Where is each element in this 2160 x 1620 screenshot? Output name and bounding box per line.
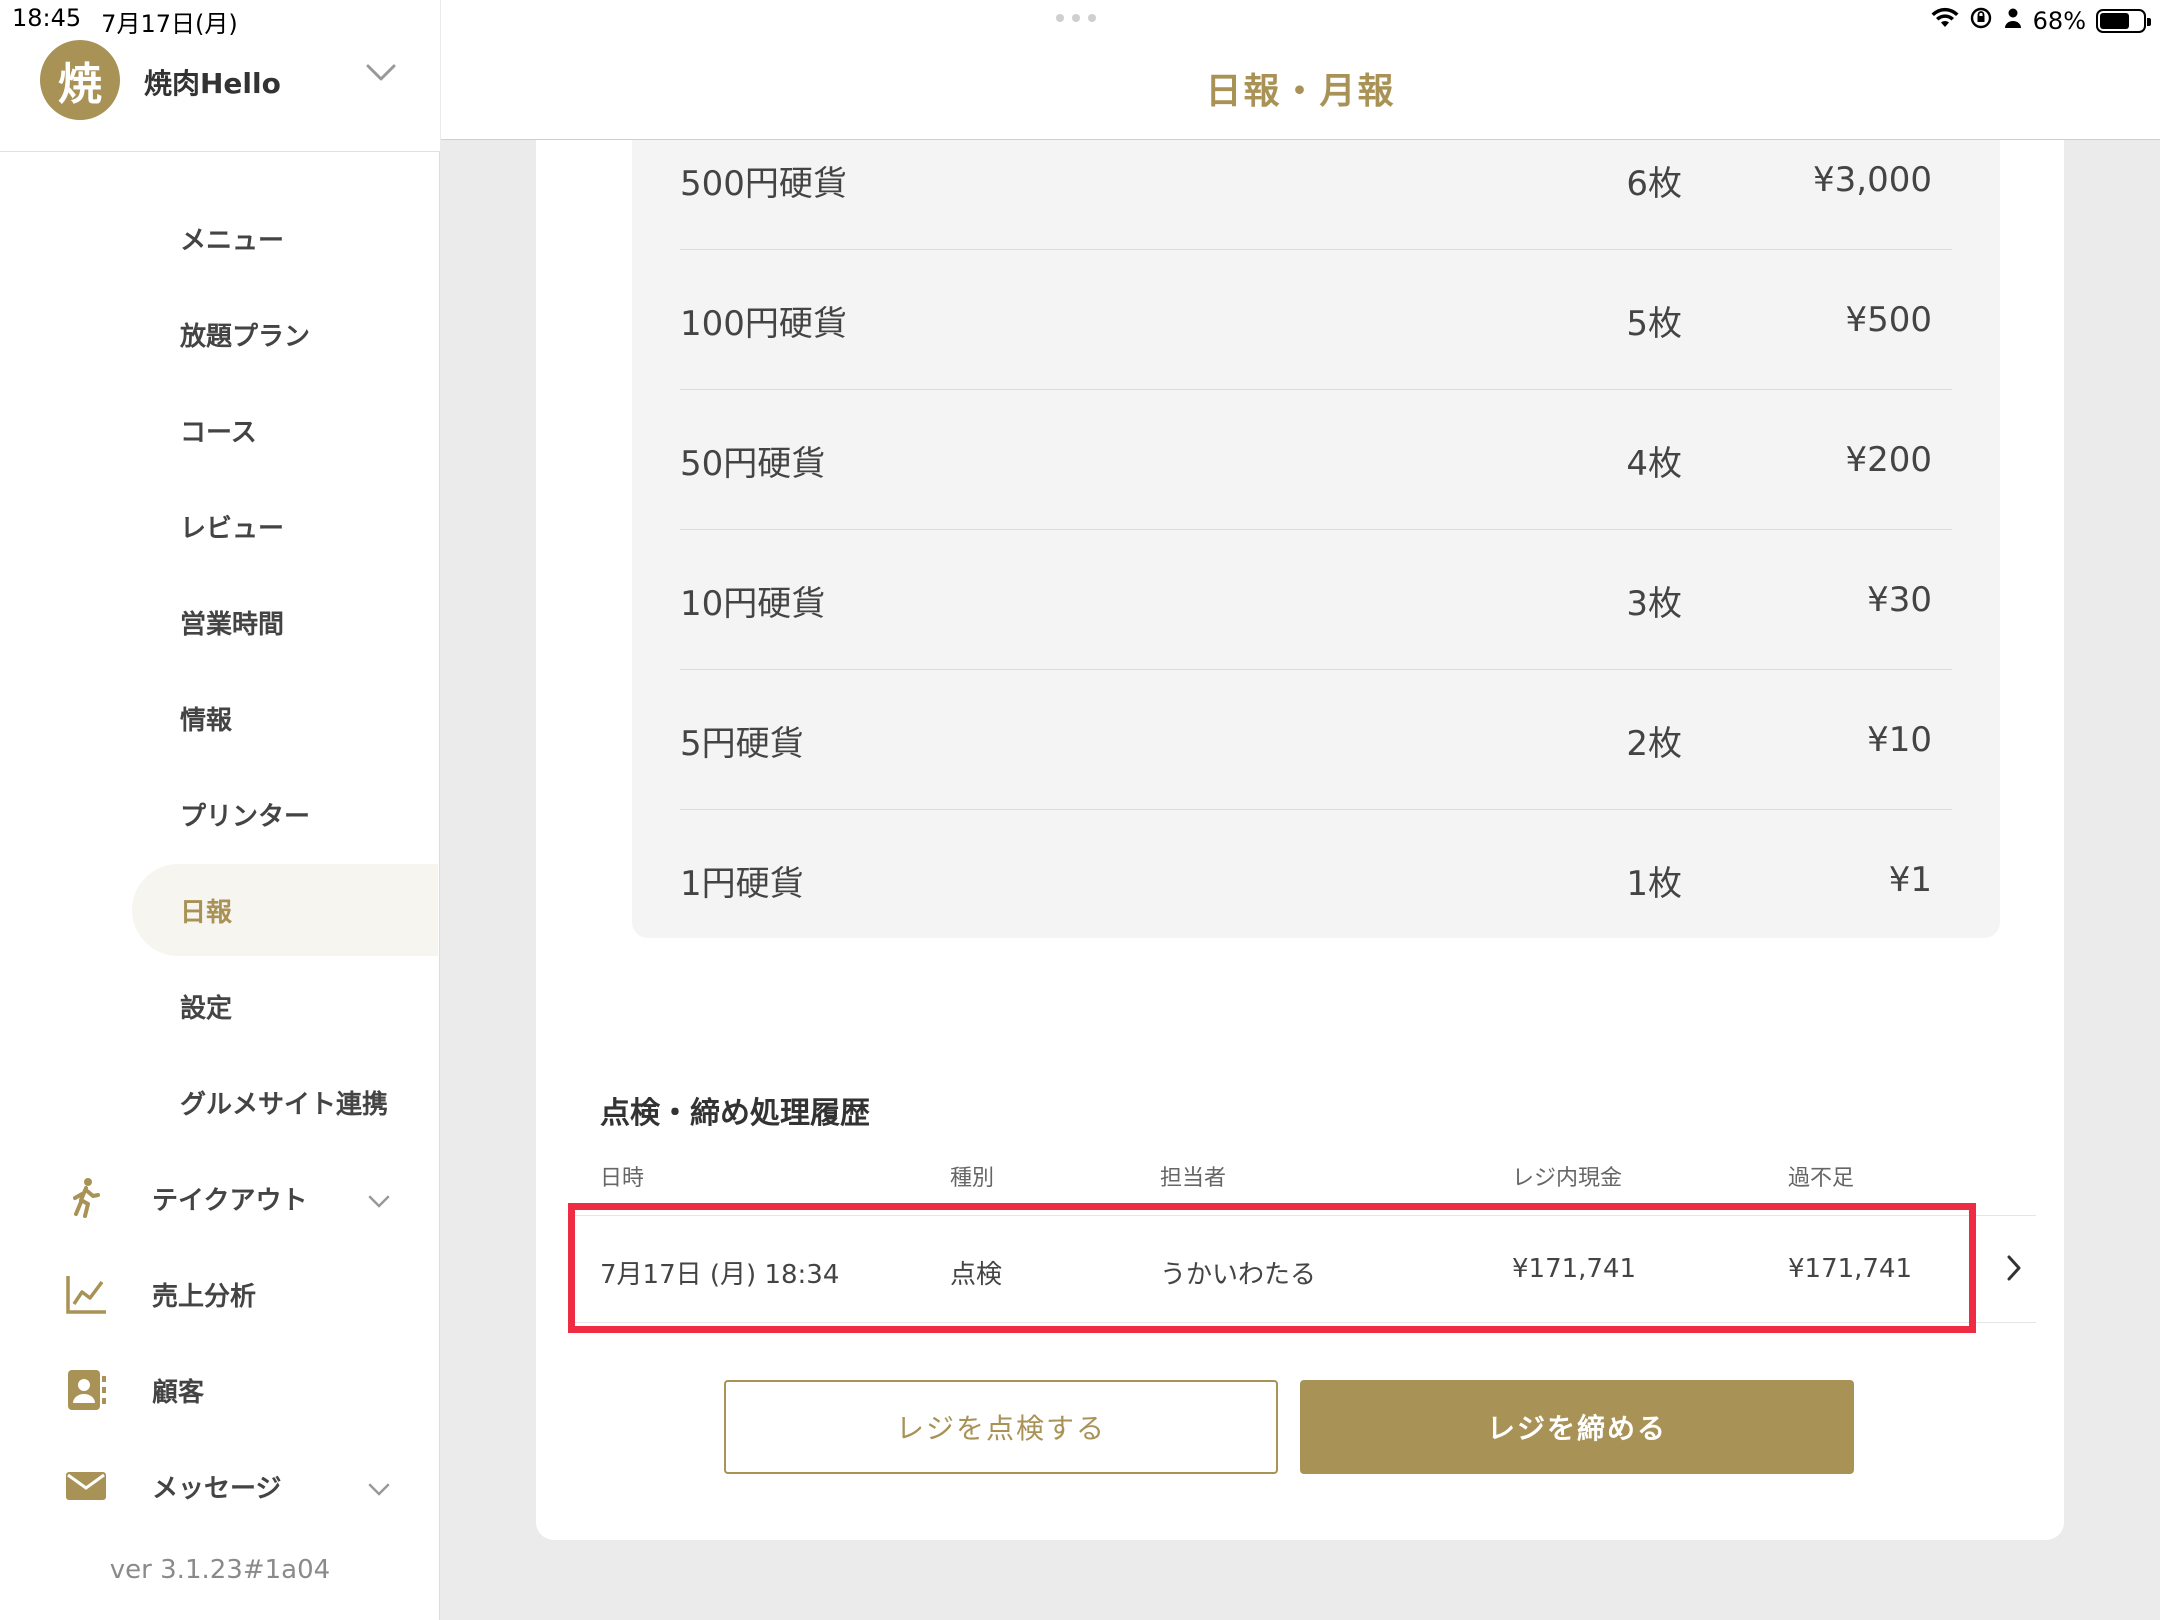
sidebar-item-daily-report[interactable]: 日報 — [132, 864, 438, 956]
sidebar: 焼 焼肉Hello メニュー 放題プラン コース レビュー 営業時間 情報 プリ… — [0, 0, 440, 1620]
coin-row: 500円硬貨 6枚 ¥3,000 — [680, 110, 1952, 250]
coin-amount: ¥3,000 — [1813, 160, 1932, 200]
sidebar-section-label: 顧客 — [152, 1377, 205, 1408]
sidebar-section-sales-analysis[interactable]: 売上分析 — [0, 1248, 440, 1340]
coin-count-panel: 500円硬貨 6枚 ¥3,000 100円硬貨 5枚 ¥500 50円硬貨 4枚… — [632, 140, 2000, 938]
coin-name: 1円硬貨 — [680, 863, 804, 904]
history-table-header: 日時 種別 担当者 レジ内現金 過不足 — [600, 1160, 2020, 1200]
coin-amount: ¥10 — [1867, 720, 1932, 760]
coin-count: 2枚 — [1626, 723, 1682, 764]
rotation-lock-icon — [1969, 6, 1993, 36]
battery-percent: 68% — [2032, 7, 2086, 35]
history-type: 点検 — [950, 1260, 1003, 1290]
close-register-button[interactable]: レジを締める — [1300, 1380, 1854, 1474]
coin-count: 1枚 — [1626, 863, 1682, 904]
coin-amount: ¥200 — [1845, 440, 1932, 480]
sidebar-item-label: 日報 — [180, 897, 233, 928]
column-header-cash: レジ内現金 — [1512, 1166, 1623, 1191]
chevron-down-icon[interactable] — [368, 1186, 390, 1216]
sidebar-item-label: 営業時間 — [180, 609, 285, 640]
column-header-diff: 過不足 — [1788, 1166, 1855, 1191]
coin-row: 100円硬貨 5枚 ¥500 — [680, 250, 1952, 390]
chevron-down-icon[interactable] — [368, 1474, 390, 1504]
history-cash: ¥171,741 — [1512, 1254, 1637, 1284]
status-date: 7月17日(月) — [101, 10, 238, 38]
coin-row: 10円硬貨 3枚 ¥30 — [680, 530, 1952, 670]
sidebar-item-label: 情報 — [180, 705, 233, 736]
wifi-icon — [1931, 7, 1959, 35]
app-version: ver 3.1.23#1a04 — [109, 1555, 331, 1585]
sidebar-item-info[interactable]: 情報 — [132, 672, 438, 764]
chevron-right-icon[interactable] — [2006, 1254, 2022, 1289]
coin-name: 10円硬貨 — [680, 583, 826, 624]
history-datetime: 7月17日 (月) 18:34 — [600, 1260, 840, 1290]
sidebar-item-label: 放題プラン — [180, 321, 311, 352]
sidebar-item-settings[interactable]: 設定 — [132, 960, 438, 1052]
page-title: 日報・月報 — [1205, 71, 1396, 112]
battery-icon — [2096, 9, 2151, 33]
sidebar-item-gourmet-sites[interactable]: グルメサイト連携 — [132, 1056, 438, 1148]
store-name: 焼肉Hello — [144, 67, 281, 100]
sidebar-item-label: メニュー — [180, 225, 285, 256]
sidebar-item-label: コース — [180, 417, 257, 448]
history-diff: ¥171,741 — [1788, 1254, 1913, 1284]
sidebar-item-label: プリンター — [180, 801, 311, 832]
sidebar-section-label: 売上分析 — [152, 1281, 257, 1312]
coin-count: 3枚 — [1626, 583, 1682, 624]
coin-name: 500円硬貨 — [680, 163, 847, 204]
column-header-datetime: 日時 — [600, 1166, 645, 1191]
sidebar-section-label: メッセージ — [152, 1473, 282, 1504]
status-time: 18:45 — [12, 4, 82, 32]
multitasking-dots[interactable] — [1056, 14, 1096, 22]
sidebar-item-reviews[interactable]: レビュー — [132, 480, 438, 572]
sidebar-item-label: 設定 — [180, 993, 233, 1024]
coin-name: 50円硬貨 — [680, 443, 826, 484]
status-bar-right: 68% — [1931, 4, 2151, 38]
envelope-icon — [64, 1464, 108, 1508]
coin-amount: ¥30 — [1867, 580, 1932, 620]
sidebar-item-plans[interactable]: 放題プラン — [132, 288, 438, 380]
store-avatar: 焼 — [40, 40, 120, 120]
coin-count: 6枚 — [1626, 163, 1682, 204]
inspect-register-button[interactable]: レジを点検する — [724, 1380, 1278, 1474]
report-card: 500円硬貨 6枚 ¥3,000 100円硬貨 5枚 ¥500 50円硬貨 4枚… — [536, 140, 2064, 1540]
status-bar-left: 18:45 7月17日(月) — [12, 4, 238, 38]
coin-row: 5円硬貨 2枚 ¥10 — [680, 670, 1952, 810]
coin-count: 5枚 — [1626, 303, 1682, 344]
coin-row: 1円硬貨 1枚 ¥1 — [680, 810, 1952, 950]
coin-amount: ¥1 — [1888, 860, 1932, 900]
sidebar-section-takeout[interactable]: テイクアウト — [0, 1152, 440, 1244]
coin-name: 100円硬貨 — [680, 303, 847, 344]
sidebar-item-printer[interactable]: プリンター — [132, 768, 438, 860]
coin-amount: ¥500 — [1845, 300, 1932, 340]
sidebar-section-label: テイクアウト — [152, 1185, 308, 1216]
sidebar-item-business-hours[interactable]: 営業時間 — [132, 576, 438, 668]
column-header-type: 種別 — [950, 1166, 995, 1191]
sidebar-item-menu[interactable]: メニュー — [132, 192, 438, 284]
history-table-row[interactable]: 7月17日 (月) 18:34 点検 うかいわたる ¥171,741 ¥171,… — [568, 1215, 2036, 1323]
sidebar-item-courses[interactable]: コース — [132, 384, 438, 476]
person-icon — [2003, 7, 2023, 35]
sidebar-item-label: グルメサイト連携 — [180, 1089, 389, 1120]
sidebar-item-label: レビュー — [180, 513, 285, 544]
sidebar-section-messages[interactable]: メッセージ — [0, 1440, 440, 1532]
contact-book-icon — [64, 1368, 108, 1412]
column-header-staff: 担当者 — [1160, 1166, 1227, 1191]
coin-count: 4枚 — [1626, 443, 1682, 484]
history-section-title: 点検・締め処理履歴 — [600, 1096, 870, 1131]
chevron-down-icon[interactable] — [366, 64, 396, 86]
person-walking-icon — [64, 1176, 108, 1220]
coin-row: 50円硬貨 4枚 ¥200 — [680, 390, 1952, 530]
coin-name: 5円硬貨 — [680, 723, 804, 764]
line-chart-icon — [64, 1272, 108, 1316]
history-staff: うかいわたる — [1160, 1260, 1317, 1290]
sidebar-section-customers[interactable]: 顧客 — [0, 1344, 440, 1436]
